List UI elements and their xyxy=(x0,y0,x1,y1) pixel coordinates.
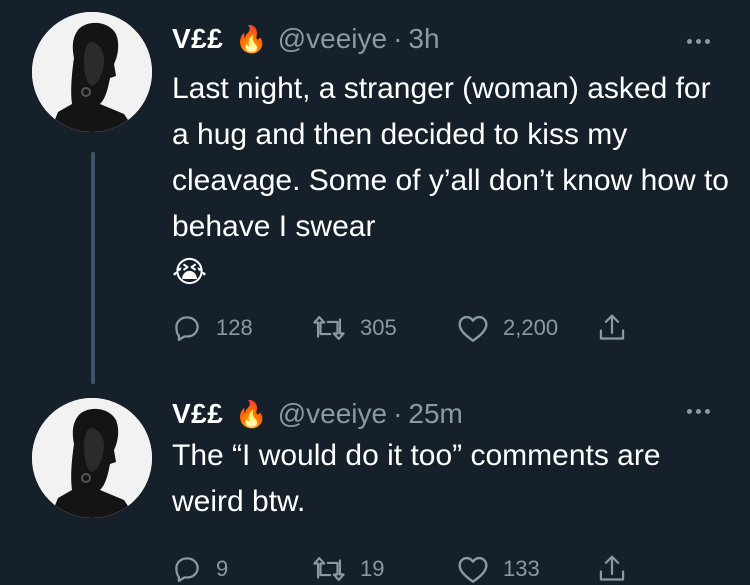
avatar[interactable] xyxy=(32,398,152,518)
fire-emoji: 🔥 xyxy=(235,399,268,429)
tweet-header: V££ 🔥 @veeiye · 3h xyxy=(172,20,440,58)
tweet-2[interactable]: V££ 🔥 @veeiye · 25m The “I would do it t… xyxy=(0,385,750,585)
timestamp[interactable]: 3h xyxy=(408,23,439,55)
reply-count: 9 xyxy=(216,556,229,581)
tweet-header: V££ 🔥 @veeiye · 25m xyxy=(172,395,463,433)
retweet-icon xyxy=(313,315,345,341)
crying-emoji: 😭 xyxy=(172,256,208,289)
retweet-button[interactable]: 305 xyxy=(312,313,397,343)
share-button[interactable] xyxy=(597,312,627,344)
like-count: 2,200 xyxy=(503,315,559,340)
tweet-1[interactable]: V££ 🔥 @veeiye · 3h Last night, a strange… xyxy=(0,0,750,385)
fire-emoji: 🔥 xyxy=(235,24,268,54)
heart-icon xyxy=(458,556,488,583)
avatar-photo xyxy=(32,398,152,518)
more-horizontal-icon[interactable] xyxy=(687,409,710,414)
user-handle[interactable]: @veeiye xyxy=(278,23,387,55)
retweet-count: 305 xyxy=(360,315,397,340)
share-icon xyxy=(599,555,625,581)
reply-icon xyxy=(175,316,199,341)
tweet-text: Last night, a stranger (woman) asked for… xyxy=(172,66,732,296)
timestamp[interactable]: 25m xyxy=(408,398,462,430)
share-button[interactable] xyxy=(597,553,627,585)
avatar-photo xyxy=(32,12,152,132)
like-button[interactable]: 133 xyxy=(457,554,540,584)
separator-dot: · xyxy=(393,398,403,429)
retweet-button[interactable]: 19 xyxy=(312,554,384,584)
share-icon xyxy=(599,314,625,340)
retweet-count: 19 xyxy=(360,556,385,581)
avatar[interactable] xyxy=(32,12,152,132)
heart-icon xyxy=(458,315,488,342)
tweet-text-content: The “I would do it too” comments are wei… xyxy=(172,439,661,518)
like-count: 133 xyxy=(503,556,540,581)
reply-count: 128 xyxy=(216,315,253,340)
display-name[interactable]: V££ xyxy=(172,398,223,430)
tweet-text-content: Last night, a stranger (woman) asked for… xyxy=(172,72,729,243)
reply-button[interactable]: 128 xyxy=(172,313,253,343)
thread-line xyxy=(91,152,95,384)
reply-icon xyxy=(175,557,199,582)
retweet-icon xyxy=(313,556,345,582)
user-handle[interactable]: @veeiye xyxy=(278,398,387,430)
tweet-text: The “I would do it too” comments are wei… xyxy=(172,433,732,525)
like-button[interactable]: 2,200 xyxy=(457,313,558,343)
display-name[interactable]: V££ xyxy=(172,23,223,55)
separator-dot: · xyxy=(393,23,403,54)
more-horizontal-icon[interactable] xyxy=(687,39,710,44)
reply-button[interactable]: 9 xyxy=(172,554,228,584)
